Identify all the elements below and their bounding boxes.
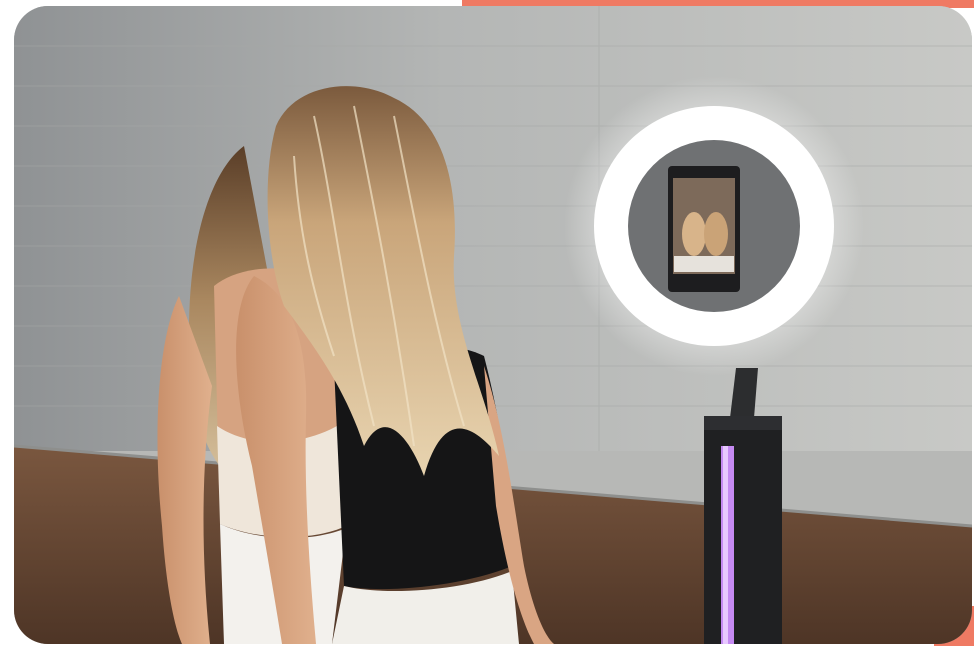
hero-photo — [14, 6, 972, 644]
page-frame — [0, 0, 974, 646]
ring-light — [564, 76, 864, 376]
photo-illustration — [14, 6, 972, 644]
